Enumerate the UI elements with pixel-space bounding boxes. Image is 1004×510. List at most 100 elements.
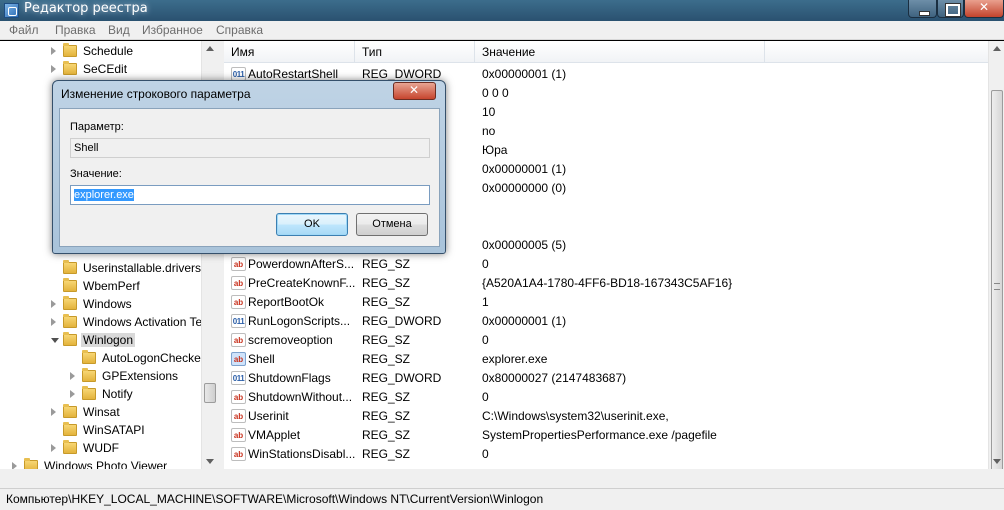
value-name: Userinit — [248, 409, 289, 423]
tree-item[interactable]: Winsat — [0, 403, 201, 421]
value-data: 0 0 0 — [482, 86, 509, 100]
expand-arrow-icon[interactable] — [51, 444, 56, 452]
value-row[interactable]: ab Shell REG_SZ explorer.exe — [224, 350, 994, 369]
folder-icon — [63, 440, 77, 454]
tree-item-label: Userinstallable.drivers — [83, 261, 202, 275]
reg-sz-icon: ab — [231, 390, 246, 404]
menu-favorites[interactable]: Избранное — [142, 23, 203, 37]
expand-arrow-icon[interactable] — [51, 47, 56, 55]
tree-item[interactable]: Schedule — [0, 42, 201, 60]
minimize-button[interactable] — [908, 0, 937, 18]
tree-item-label: AutoLogonChecke — [102, 351, 201, 365]
value-row[interactable]: ab WinStationsDisabl... REG_SZ 0 — [224, 445, 994, 464]
tree-item[interactable]: Winlogon — [0, 331, 201, 349]
value-type: REG_SZ — [362, 276, 411, 290]
value-type: REG_SZ — [362, 409, 411, 423]
tree-item[interactable]: Windows Photo Viewer — [0, 457, 201, 469]
folder-icon — [63, 260, 77, 274]
value-data: 0x00000001 (1) — [482, 67, 567, 81]
value-data-label: Значение: — [70, 168, 122, 180]
value-row[interactable]: ab PreCreateKnownF... REG_SZ {A520A1A4-1780… — [224, 274, 994, 293]
value-row[interactable]: 011 RunLogonScripts... REG_DWORD 0x00000001… — [224, 312, 994, 331]
tree-item[interactable]: Notify — [0, 385, 201, 403]
menu-view[interactable]: Вид — [108, 23, 130, 37]
value-row[interactable]: ab ShutdownWithout... REG_SZ 0 — [224, 388, 994, 407]
tree-item-label: WinSATAPI — [83, 423, 145, 437]
scroll-up-icon[interactable] — [993, 46, 1001, 51]
value-data: no — [482, 124, 496, 138]
close-button[interactable] — [964, 0, 1004, 18]
value-data: C:\Windows\system32\userinit.exe, — [482, 409, 669, 423]
menu-file[interactable]: Файл — [9, 23, 39, 37]
column-header-name[interactable]: Имя — [224, 41, 355, 63]
ok-button[interactable]: OK — [276, 213, 348, 236]
values-scroll-thumb[interactable] — [991, 90, 1003, 485]
scroll-up-icon[interactable] — [206, 46, 214, 51]
value-data-input[interactable]: explorer.exe — [70, 185, 430, 205]
dialog-body: Параметр: Shell Значение: explorer.exe O… — [59, 108, 440, 247]
column-header-filler — [765, 41, 1004, 63]
value-data: 0 — [482, 447, 489, 461]
scroll-down-icon[interactable] — [206, 459, 214, 464]
value-type: REG_SZ — [362, 447, 411, 461]
folder-icon — [63, 296, 77, 310]
dialog-close-button[interactable]: ✕ — [393, 82, 436, 100]
value-data: explorer.exe — [482, 352, 548, 366]
tree-item-label: WbemPerf — [83, 279, 140, 293]
folder-icon — [63, 314, 77, 328]
tree-item-label: Windows — [83, 297, 132, 311]
expand-arrow-icon[interactable] — [51, 300, 56, 308]
value-row[interactable]: ab scremoveoption REG_SZ 0 — [224, 331, 994, 350]
column-header-type[interactable]: Тип — [355, 41, 475, 63]
value-row[interactable]: ab PowerdownAfterS... REG_SZ 0 — [224, 255, 994, 274]
value-type: REG_SZ — [362, 257, 411, 271]
menu-edit[interactable]: Правка — [55, 23, 96, 37]
tree-item[interactable]: AutoLogonChecke — [0, 349, 201, 367]
tree-item[interactable]: WinSATAPI — [0, 421, 201, 439]
value-name: PowerdownAfterS... — [248, 257, 355, 271]
values-vertical-scrollbar[interactable] — [988, 41, 1004, 485]
expand-arrow-icon[interactable] — [70, 372, 75, 380]
value-data: 0x00000000 (0) — [482, 181, 567, 195]
tree-item[interactable]: Windows Activation Te — [0, 313, 202, 331]
cancel-button[interactable]: Отмена — [356, 213, 428, 236]
grip-icon — [994, 283, 1000, 290]
menu-help[interactable]: Справка — [216, 23, 263, 37]
expand-arrow-icon[interactable] — [70, 390, 75, 398]
maximize-button[interactable] — [937, 0, 964, 18]
value-row[interactable]: ab ReportBootOk REG_SZ 1 — [224, 293, 994, 312]
value-row[interactable]: ab VMApplet REG_SZ SystemPropertiesPerforma… — [224, 426, 994, 445]
tree-scroll-thumb[interactable] — [204, 383, 216, 403]
value-data: 0x80000027 (2147483687) — [482, 371, 627, 385]
value-type: REG_DWORD — [362, 371, 442, 385]
collapse-arrow-icon[interactable] — [51, 338, 59, 343]
tree-item[interactable]: Windows — [0, 295, 201, 313]
expand-arrow-icon[interactable] — [12, 462, 17, 469]
value-name: Shell — [248, 352, 275, 366]
tree-item[interactable]: Userinstallable.drivers — [0, 259, 201, 277]
expand-arrow-icon[interactable] — [51, 318, 56, 326]
folder-icon — [63, 422, 77, 436]
scroll-down-icon[interactable] — [993, 459, 1001, 464]
value-row[interactable]: 011 ShutdownFlags REG_DWORD 0x80000027 (214… — [224, 369, 994, 388]
tree-item[interactable]: GPExtensions — [0, 367, 201, 385]
value-data: 0 — [482, 333, 489, 347]
value-name: scremoveoption — [248, 333, 333, 347]
value-type: REG_DWORD — [362, 67, 442, 81]
column-header-data[interactable]: Значение — [475, 41, 765, 63]
tree-item[interactable]: WbemPerf — [0, 277, 201, 295]
value-name: ShutdownWithout... — [248, 390, 353, 404]
value-data: 0 — [482, 257, 489, 271]
tree-item[interactable]: WUDF — [0, 439, 201, 457]
expand-arrow-icon[interactable] — [51, 408, 56, 416]
reg-sz-icon: ab — [231, 257, 246, 271]
expand-arrow-icon[interactable] — [51, 65, 56, 73]
value-row[interactable]: ab Userinit REG_SZ C:\Windows\system32\user… — [224, 407, 994, 426]
value-name: VMApplet — [248, 428, 301, 442]
tree-item[interactable]: SeCEdit — [0, 60, 201, 78]
reg-sz-icon: ab — [231, 333, 246, 347]
value-name: RunLogonScripts... — [248, 314, 351, 328]
dialog-title: Изменение строкового параметра — [61, 87, 251, 101]
status-bar-path: Компьютер\HKEY_LOCAL_MACHINE\SOFTWARE\Mi… — [0, 488, 1004, 510]
value-data: 0x00000001 (1) — [482, 162, 567, 176]
